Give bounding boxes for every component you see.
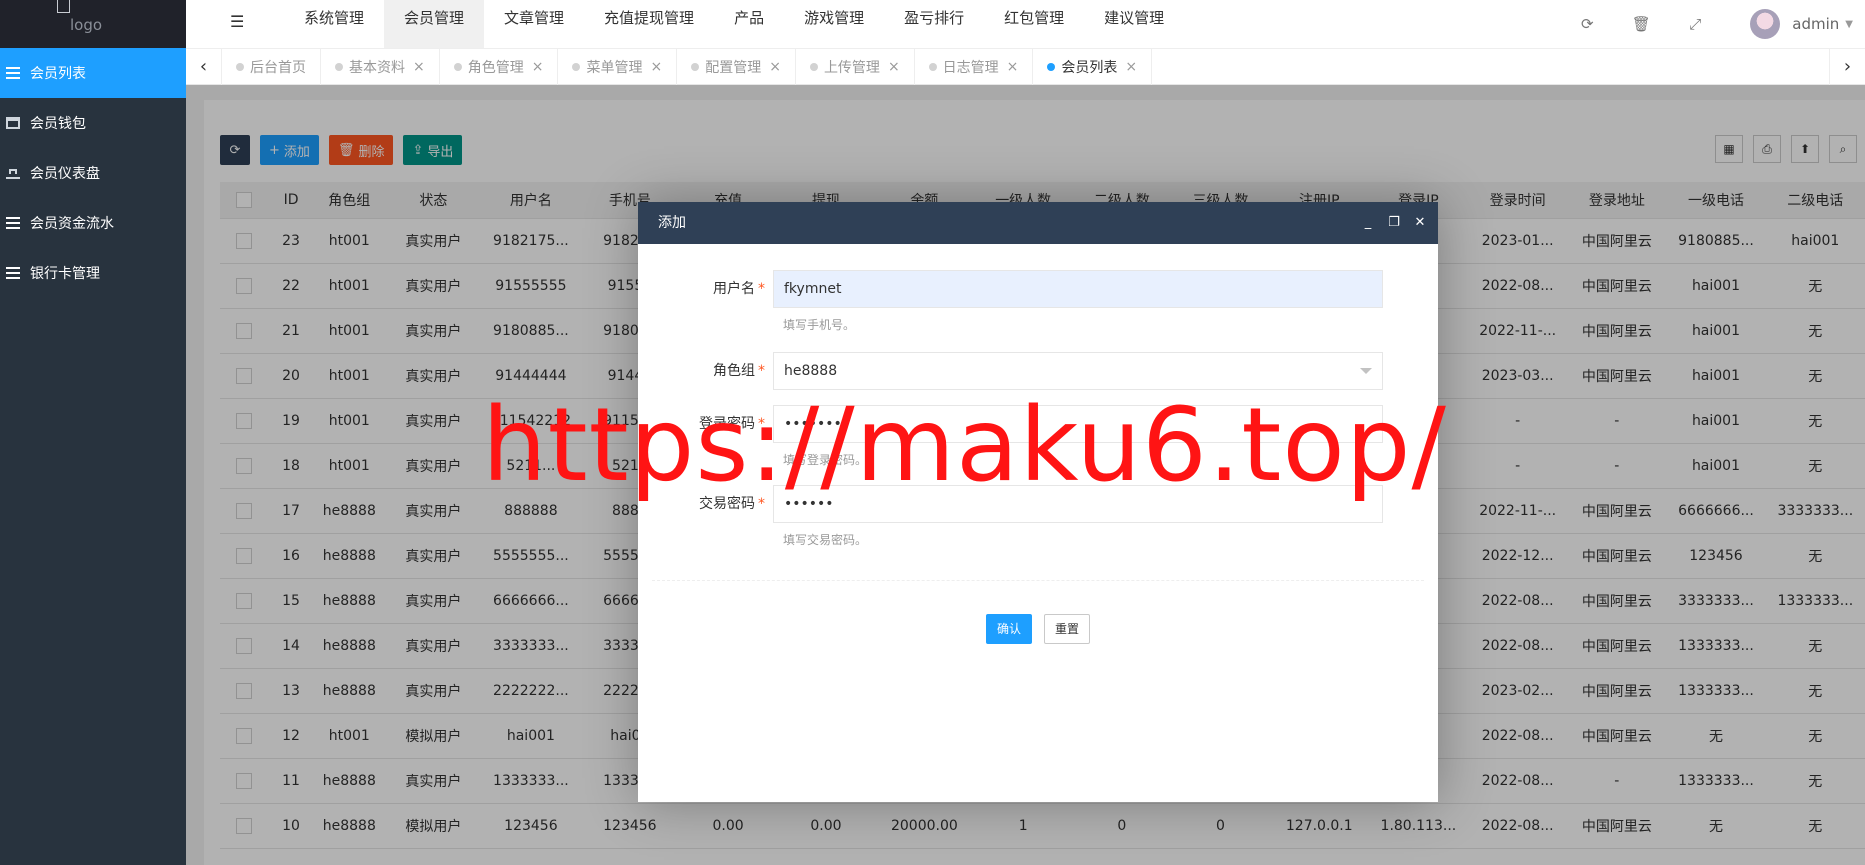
watermark-url: https://maku6.top/ bbox=[482, 386, 1447, 505]
nav-item-members[interactable]: 会员管理 bbox=[384, 0, 485, 48]
sidebar-item-label: 银行卡管理 bbox=[30, 266, 100, 282]
label-text: 用户名 bbox=[713, 281, 755, 297]
nav-item-suggestions[interactable]: 建议管理 bbox=[1084, 0, 1184, 48]
tab-member-list[interactable]: 会员列表 × bbox=[1033, 49, 1153, 85]
sidebar-item-member-dashboard[interactable]: 会员仪表盘 bbox=[0, 148, 186, 198]
fullscreen-icon[interactable]: ⤢ bbox=[1668, 15, 1722, 33]
dialog-header: 添加 _ ❐ ✕ bbox=[638, 202, 1438, 244]
sidebar-item-label: 会员仪表盘 bbox=[30, 166, 100, 182]
tab-label: 日志管理 bbox=[942, 60, 999, 76]
username-hint: 填写手机号。 bbox=[783, 318, 856, 332]
tab-dot-icon bbox=[809, 63, 818, 71]
required-mark: * bbox=[758, 363, 765, 379]
nav-item-articles[interactable]: 文章管理 bbox=[484, 0, 584, 48]
role-select-value: he8888 bbox=[784, 363, 838, 379]
list-icon bbox=[6, 67, 20, 79]
tab-profile[interactable]: 基本资料 × bbox=[321, 49, 440, 85]
tab-dot-icon bbox=[1047, 63, 1056, 71]
role-label: 角色组 * bbox=[638, 352, 773, 390]
trash-icon[interactable]: 🗑 bbox=[1614, 15, 1668, 33]
tabs-scroll-left-icon[interactable]: ‹ bbox=[186, 49, 222, 85]
tab-dot-icon bbox=[572, 63, 581, 71]
close-icon[interactable]: × bbox=[650, 59, 662, 75]
nav-item-system[interactable]: 系统管理 bbox=[284, 0, 384, 48]
tab-dot-icon bbox=[236, 63, 244, 71]
page-tabs-bar: ‹ 后台首页 基本资料 × 角色管理 × 菜单管理 × 配置管理 × 上传管理 × 日志管… bbox=[186, 48, 1865, 85]
list-icon bbox=[6, 217, 20, 229]
reset-button[interactable]: 重置 bbox=[1044, 614, 1091, 644]
wallet-icon bbox=[6, 117, 20, 129]
nav-item-profit-ranking[interactable]: 盈亏排行 bbox=[884, 0, 984, 48]
tab-label: 角色管理 bbox=[467, 60, 524, 76]
username-label: 用户名 * bbox=[638, 270, 773, 308]
tab-menus[interactable]: 菜单管理 × bbox=[558, 49, 678, 85]
close-icon[interactable]: × bbox=[532, 59, 544, 75]
sidebar: logo 会员列表 会员钱包 会员仪表盘 会员资金流水 银行卡管理 bbox=[0, 0, 186, 865]
close-icon[interactable]: × bbox=[1007, 59, 1019, 75]
tab-config[interactable]: 配置管理 × bbox=[677, 49, 796, 85]
dialog-title: 添加 bbox=[658, 215, 686, 231]
sidebar-item-member-wallet[interactable]: 会员钱包 bbox=[0, 98, 186, 148]
form-divider bbox=[652, 580, 1424, 581]
tab-label: 后台首页 bbox=[250, 60, 306, 76]
sidebar-item-member-list[interactable]: 会员列表 bbox=[0, 48, 186, 98]
nav-item-games[interactable]: 游戏管理 bbox=[784, 0, 884, 48]
nav-item-recharge-withdraw[interactable]: 充值提现管理 bbox=[584, 0, 714, 48]
tab-label: 上传管理 bbox=[823, 60, 880, 76]
required-mark: * bbox=[758, 281, 765, 297]
top-nav-menu: 系统管理 会员管理 文章管理 充值提现管理 产品 游戏管理 盈亏排行 红包管理 … bbox=[284, 0, 1184, 48]
tab-label: 配置管理 bbox=[705, 60, 762, 76]
tab-dot-icon bbox=[453, 63, 462, 71]
username-row: 用户名 * fkymnet bbox=[638, 270, 1438, 308]
tab-roles[interactable]: 角色管理 × bbox=[440, 49, 559, 85]
tab-logs[interactable]: 日志管理 × bbox=[915, 49, 1034, 85]
tab-home[interactable]: 后台首页 bbox=[222, 49, 321, 85]
tab-dot-icon bbox=[928, 63, 937, 71]
sidebar-item-label: 会员列表 bbox=[30, 66, 86, 82]
sidebar-item-bank-cards[interactable]: 银行卡管理 bbox=[0, 248, 186, 298]
trade-password-hint: 填写交易密码。 bbox=[783, 533, 868, 547]
role-select[interactable]: he8888 bbox=[773, 352, 1383, 390]
tab-dot-icon bbox=[335, 63, 343, 71]
top-navbar: ☰ 系统管理 会员管理 文章管理 充值提现管理 产品 游戏管理 盈亏排行 红包管… bbox=[186, 0, 1865, 48]
chevron-down-icon bbox=[1360, 368, 1372, 374]
list-icon bbox=[6, 267, 20, 279]
sidebar-item-member-funds-flow[interactable]: 会员资金流水 bbox=[0, 198, 186, 248]
logo: logo bbox=[0, 0, 186, 48]
role-row: 角色组 * he8888 bbox=[638, 352, 1438, 390]
close-icon[interactable]: ✕ bbox=[1412, 202, 1428, 244]
minimize-icon[interactable]: _ bbox=[1360, 202, 1376, 244]
tabs-scroll-right-icon[interactable]: › bbox=[1829, 49, 1865, 85]
page-tabs: 后台首页 基本资料 × 角色管理 × 菜单管理 × 配置管理 × 上传管理 × 日志管理 ×… bbox=[222, 49, 1153, 85]
dialog-actions: 确认 重置 bbox=[638, 614, 1438, 644]
close-icon[interactable]: × bbox=[888, 59, 900, 75]
nav-item-products[interactable]: 产品 bbox=[714, 0, 784, 48]
sidebar-item-label: 会员资金流水 bbox=[30, 216, 114, 232]
label-text: 角色组 bbox=[713, 363, 755, 379]
maximize-icon[interactable]: ❐ bbox=[1386, 202, 1402, 244]
tab-label: 基本资料 bbox=[349, 60, 405, 76]
close-icon[interactable]: × bbox=[1125, 59, 1137, 75]
username-field[interactable]: fkymnet bbox=[773, 270, 1383, 308]
tab-uploads[interactable]: 上传管理 × bbox=[796, 49, 915, 85]
sidebar-item-label: 会员钱包 bbox=[30, 116, 86, 132]
top-right-tools: ⟳ 🗑 ⤢ admin ▼ bbox=[1560, 0, 1865, 48]
logo-mark-icon bbox=[57, 0, 70, 13]
scale-icon bbox=[6, 167, 20, 179]
refresh-icon[interactable]: ⟳ bbox=[1560, 15, 1614, 33]
dialog-controls: _ ❐ ✕ bbox=[1360, 202, 1428, 244]
avatar[interactable] bbox=[1750, 9, 1781, 39]
admin-username[interactable]: admin bbox=[1792, 15, 1839, 33]
close-icon[interactable]: × bbox=[413, 59, 425, 75]
logo-text: logo bbox=[70, 16, 103, 34]
tab-label: 会员列表 bbox=[1061, 60, 1118, 76]
tab-label: 菜单管理 bbox=[586, 60, 643, 76]
close-icon[interactable]: × bbox=[769, 59, 781, 75]
nav-item-red-packets[interactable]: 红包管理 bbox=[984, 0, 1084, 48]
chevron-down-icon[interactable]: ▼ bbox=[1845, 19, 1853, 30]
menu-toggle-icon[interactable]: ☰ bbox=[230, 12, 244, 31]
confirm-button[interactable]: 确认 bbox=[985, 614, 1032, 644]
tab-dot-icon bbox=[691, 63, 700, 71]
